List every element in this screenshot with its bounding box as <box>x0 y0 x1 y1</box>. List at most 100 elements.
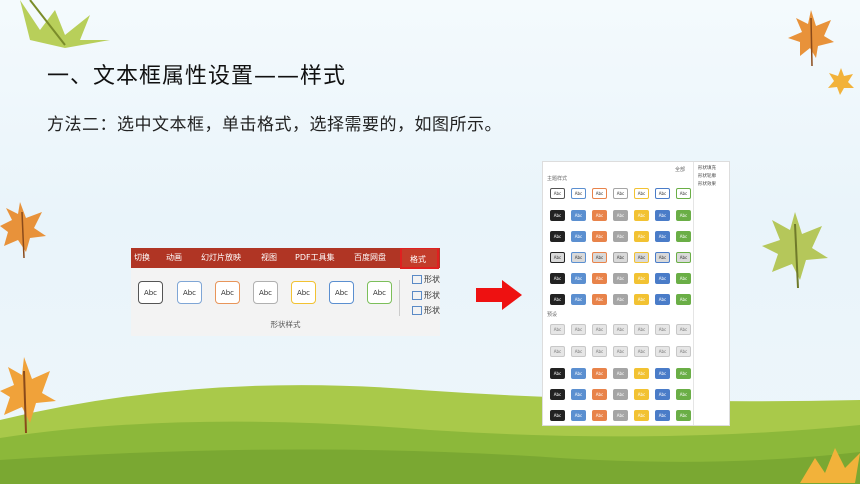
style-swatch[interactable]: Abc <box>592 294 607 305</box>
style-swatch[interactable]: Abc <box>592 231 607 242</box>
style-gallery-panel: 全部 主题样式 预设 Abc Abc Abc Abc Abc Abc Abc Abc Abc Ab… <box>543 162 694 425</box>
style-swatch[interactable]: Abc <box>592 410 607 421</box>
style-swatch[interactable]: Abc <box>655 273 670 284</box>
style-swatch[interactable]: Abc <box>613 410 628 421</box>
tab-view[interactable]: 视图 <box>261 252 277 263</box>
style-swatch[interactable]: Abc <box>571 231 586 242</box>
style-swatch[interactable]: Abc <box>613 273 628 284</box>
shape-outline-button[interactable]: 形状 <box>412 290 440 301</box>
tab-animation[interactable]: 动画 <box>166 252 182 263</box>
style-swatch[interactable]: Abc <box>676 368 691 379</box>
style-swatch[interactable]: Abc <box>676 294 691 305</box>
style-swatch[interactable]: Abc <box>676 273 691 284</box>
style-swatch[interactable]: Abc <box>676 210 691 221</box>
style-swatch[interactable]: Abc <box>634 389 649 400</box>
style-swatch[interactable]: Abc <box>592 210 607 221</box>
style-swatch[interactable]: Abc <box>571 389 586 400</box>
style-swatch[interactable]: Abc <box>634 294 649 305</box>
style-swatch[interactable]: Abc <box>571 273 586 284</box>
style-swatch[interactable]: Abc <box>676 252 691 263</box>
style-swatch[interactable]: Abc <box>655 231 670 242</box>
style-swatch[interactable]: Abc <box>655 252 670 263</box>
style-swatch[interactable]: Abc <box>592 273 607 284</box>
gallery-scrollbar[interactable] <box>399 280 407 316</box>
gallery-filter-label[interactable]: 全部 <box>675 166 685 173</box>
style-swatch[interactable]: Abc <box>592 389 607 400</box>
style-swatch[interactable]: Abc <box>634 368 649 379</box>
style-swatch[interactable]: Abc <box>571 210 586 221</box>
style-swatch[interactable]: Abc <box>550 410 565 421</box>
style-swatch[interactable]: Abc <box>613 346 628 357</box>
style-swatch[interactable]: Abc <box>634 324 649 335</box>
style-swatch[interactable]: Abc <box>634 410 649 421</box>
style-swatch[interactable]: Abc <box>634 252 649 263</box>
style-swatch[interactable]: Abc <box>592 188 607 199</box>
shape-style-option[interactable]: Abc <box>215 281 240 304</box>
style-swatch[interactable]: Abc <box>550 389 565 400</box>
style-swatch[interactable]: Abc <box>592 346 607 357</box>
style-swatch[interactable]: Abc <box>571 294 586 305</box>
style-swatch[interactable]: Abc <box>550 188 565 199</box>
style-swatch[interactable]: Abc <box>571 324 586 335</box>
style-swatch[interactable]: Abc <box>592 252 607 263</box>
style-swatch[interactable]: Abc <box>676 410 691 421</box>
style-swatch[interactable]: Abc <box>613 252 628 263</box>
style-swatch[interactable]: Abc <box>613 389 628 400</box>
style-swatch[interactable]: Abc <box>571 410 586 421</box>
style-swatch[interactable]: Abc <box>655 294 670 305</box>
style-swatch[interactable]: Abc <box>592 368 607 379</box>
style-swatch[interactable]: Abc <box>655 389 670 400</box>
style-swatch[interactable]: Abc <box>676 231 691 242</box>
style-swatch[interactable]: Abc <box>613 294 628 305</box>
style-swatch[interactable]: Abc <box>613 231 628 242</box>
shape-style-option[interactable]: Abc <box>177 281 202 304</box>
style-swatch[interactable]: Abc <box>613 188 628 199</box>
style-swatch[interactable]: Abc <box>634 273 649 284</box>
shape-style-option[interactable]: Abc <box>291 281 316 304</box>
gallery-side-outline[interactable]: 形状轮廓 <box>698 173 716 179</box>
shape-style-option[interactable]: Abc <box>329 281 354 304</box>
style-swatch[interactable]: Abc <box>550 273 565 284</box>
style-swatch[interactable]: Abc <box>655 410 670 421</box>
style-swatch[interactable]: Abc <box>655 210 670 221</box>
gallery-side-effect[interactable]: 形状效果 <box>698 181 716 187</box>
style-swatch[interactable]: Abc <box>655 188 670 199</box>
style-swatch[interactable]: Abc <box>571 368 586 379</box>
style-swatch[interactable]: Abc <box>571 346 586 357</box>
style-swatch[interactable]: Abc <box>571 252 586 263</box>
style-swatch[interactable]: Abc <box>613 368 628 379</box>
style-swatch[interactable]: Abc <box>634 188 649 199</box>
style-swatch[interactable]: Abc <box>676 346 691 357</box>
style-swatch[interactable]: Abc <box>676 324 691 335</box>
style-swatch[interactable]: Abc <box>676 389 691 400</box>
shape-fill-button[interactable]: 形状 <box>412 274 440 285</box>
style-swatch[interactable]: Abc <box>550 294 565 305</box>
style-swatch[interactable]: Abc <box>550 324 565 335</box>
style-swatch[interactable]: Abc <box>634 346 649 357</box>
style-swatch[interactable]: Abc <box>655 346 670 357</box>
tab-transition[interactable]: 切换 <box>134 252 150 263</box>
style-swatch[interactable]: Abc <box>655 324 670 335</box>
shape-style-option[interactable]: Abc <box>138 281 163 304</box>
style-swatch[interactable]: Abc <box>592 324 607 335</box>
style-swatch[interactable]: Abc <box>634 210 649 221</box>
style-swatch[interactable]: Abc <box>550 346 565 357</box>
style-swatch[interactable]: Abc <box>613 324 628 335</box>
style-swatch[interactable]: Abc <box>550 231 565 242</box>
style-swatch[interactable]: Abc <box>550 210 565 221</box>
style-swatch[interactable]: Abc <box>550 368 565 379</box>
shape-style-option[interactable]: Abc <box>253 281 278 304</box>
style-swatch[interactable]: Abc <box>571 188 586 199</box>
style-swatch[interactable]: Abc <box>634 231 649 242</box>
style-swatch[interactable]: Abc <box>676 188 691 199</box>
tab-pdf-tools[interactable]: PDF工具集 <box>295 252 335 263</box>
tab-slideshow[interactable]: 幻灯片放映 <box>201 252 241 263</box>
gallery-side-fill[interactable]: 形状填充 <box>698 165 716 171</box>
style-swatch[interactable]: Abc <box>655 368 670 379</box>
shape-style-option[interactable]: Abc <box>367 281 392 304</box>
tab-format-highlighted[interactable]: 格式 <box>400 248 439 269</box>
style-swatch[interactable]: Abc <box>613 210 628 221</box>
tab-baidu-netdisk[interactable]: 百度网盘 <box>354 252 386 263</box>
style-swatch[interactable]: Abc <box>550 252 565 263</box>
shape-effect-button[interactable]: 形状 <box>412 305 440 316</box>
